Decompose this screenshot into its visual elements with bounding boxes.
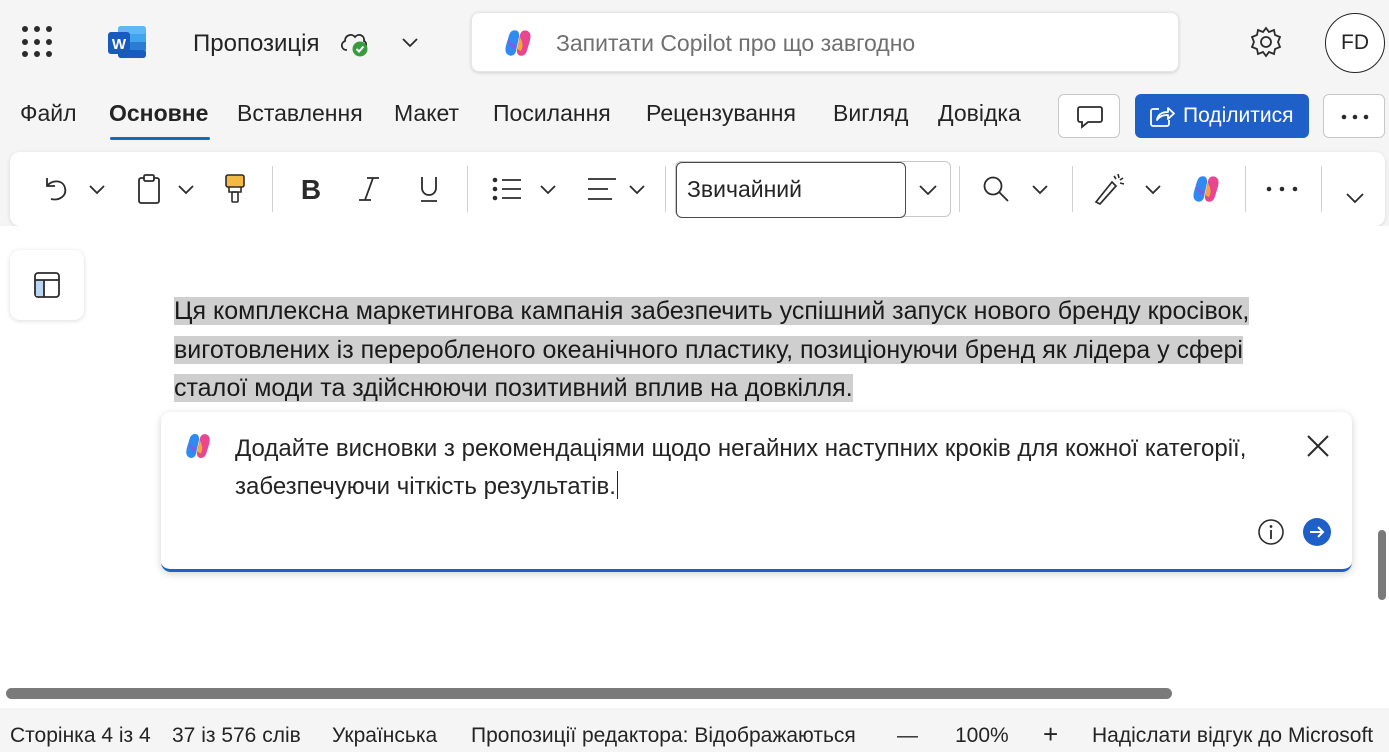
clipboard-icon[interactable]	[132, 152, 166, 226]
designer-dropdown-icon[interactable]	[1140, 152, 1166, 226]
svg-text:B: B	[301, 175, 321, 203]
align-dropdown-icon[interactable]	[624, 152, 650, 226]
active-tab-indicator	[110, 137, 210, 140]
zoom-level[interactable]: 100%	[955, 724, 1009, 748]
copilot-icon	[182, 431, 214, 461]
tab-file[interactable]: Файл	[20, 100, 77, 127]
italic-icon[interactable]	[352, 152, 386, 226]
waffle-icon[interactable]	[22, 26, 54, 58]
bold-icon[interactable]: B	[294, 152, 328, 226]
selected-paragraph[interactable]: Ця комплексна маркетингова кампанія забе…	[174, 292, 1304, 408]
tab-insert[interactable]: Вставлення	[237, 100, 363, 127]
page-count[interactable]: Сторінка 4 із 4	[10, 724, 151, 748]
comments-button[interactable]	[1058, 94, 1120, 138]
chevron-down-icon[interactable]	[400, 32, 420, 52]
style-selector[interactable]: Звичайний	[675, 161, 951, 218]
align-icon[interactable]	[583, 152, 621, 226]
copilot-search-box[interactable]: Запитати Copilot про що завгодно	[471, 12, 1179, 72]
copilot-icon[interactable]	[1187, 152, 1225, 226]
navigation-pane-button[interactable]	[10, 250, 84, 320]
editor-suggestions[interactable]: Пропозиції редактора: Відображаються	[471, 724, 856, 748]
find-icon[interactable]	[978, 152, 1014, 226]
send-icon[interactable]	[1303, 518, 1331, 546]
horizontal-scrollbar-track	[0, 680, 1389, 708]
paste-dropdown-icon[interactable]	[173, 152, 199, 226]
style-field[interactable]: Звичайний	[676, 162, 906, 218]
comment-icon	[1077, 106, 1103, 129]
text-caret	[616, 471, 619, 499]
find-dropdown-icon[interactable]	[1027, 152, 1053, 226]
word-count[interactable]: 37 із 576 слів	[172, 724, 301, 748]
bullets-dropdown-icon[interactable]	[535, 152, 561, 226]
status-bar: Сторінка 4 із 4 37 із 576 слів Українськ…	[0, 712, 1389, 752]
share-icon	[1150, 107, 1175, 127]
bullets-icon[interactable]	[488, 152, 526, 226]
format-painter-icon[interactable]	[218, 152, 252, 226]
language[interactable]: Українська	[332, 724, 437, 748]
designer-icon[interactable]	[1090, 152, 1130, 226]
share-label: Поділитися	[1183, 104, 1294, 127]
style-dropdown-icon[interactable]	[918, 180, 938, 200]
horizontal-scrollbar[interactable]	[6, 688, 1172, 699]
tab-view[interactable]: Вигляд	[833, 100, 908, 127]
copilot-prompt-input[interactable]: Додайте висновки з рекомендаціями щодо н…	[235, 430, 1295, 506]
word-logo-icon[interactable]: W	[108, 24, 148, 60]
more-icon	[1341, 114, 1369, 120]
cloud-synced-icon[interactable]	[338, 28, 372, 58]
feedback-link[interactable]: Надіслати відгук до Microsoft	[1092, 724, 1373, 748]
expand-ribbon-icon[interactable]	[1340, 160, 1370, 234]
more-icon[interactable]	[1264, 152, 1300, 226]
share-button[interactable]: Поділитися	[1135, 94, 1309, 138]
document-title[interactable]: Пропозиція	[193, 30, 320, 58]
close-icon[interactable]	[1304, 432, 1332, 460]
avatar[interactable]: FD	[1325, 13, 1385, 73]
copilot-search-placeholder: Запитати Copilot про що завгодно	[556, 30, 916, 56]
copilot-prompt-box[interactable]: Додайте висновки з рекомендаціями щодо н…	[161, 412, 1352, 572]
more-options-button[interactable]	[1323, 94, 1385, 138]
vertical-scrollbar[interactable]	[1378, 530, 1386, 600]
copilot-icon	[502, 27, 534, 59]
paragraph-text: Ця комплексна маркетингова кампанія забе…	[174, 297, 1250, 402]
tab-layout[interactable]: Макет	[394, 100, 459, 127]
zoom-out-button[interactable]: —	[897, 724, 918, 748]
zoom-in-button[interactable]: +	[1043, 719, 1058, 750]
undo-dropdown-icon[interactable]	[84, 152, 110, 226]
navigation-pane-icon	[34, 272, 60, 298]
tab-references[interactable]: Посилання	[493, 100, 611, 127]
undo-icon[interactable]	[36, 152, 76, 226]
tab-help[interactable]: Довідка	[938, 100, 1021, 127]
tab-review[interactable]: Рецензування	[646, 100, 796, 127]
ribbon-toolbar: B Звичайний	[10, 152, 1385, 226]
title-bar: W Пропозиція Запитати Copilot про що зав…	[0, 0, 1389, 88]
menu-bar: Файл Основне Вставлення Макет Посилання …	[0, 92, 1389, 144]
underline-icon[interactable]	[412, 152, 446, 226]
info-icon[interactable]	[1257, 518, 1285, 546]
svg-text:W: W	[112, 36, 127, 53]
gear-icon[interactable]	[1248, 24, 1284, 60]
prompt-text: Додайте висновки з рекомендаціями щодо н…	[235, 435, 1247, 500]
tab-home[interactable]: Основне	[109, 100, 208, 127]
